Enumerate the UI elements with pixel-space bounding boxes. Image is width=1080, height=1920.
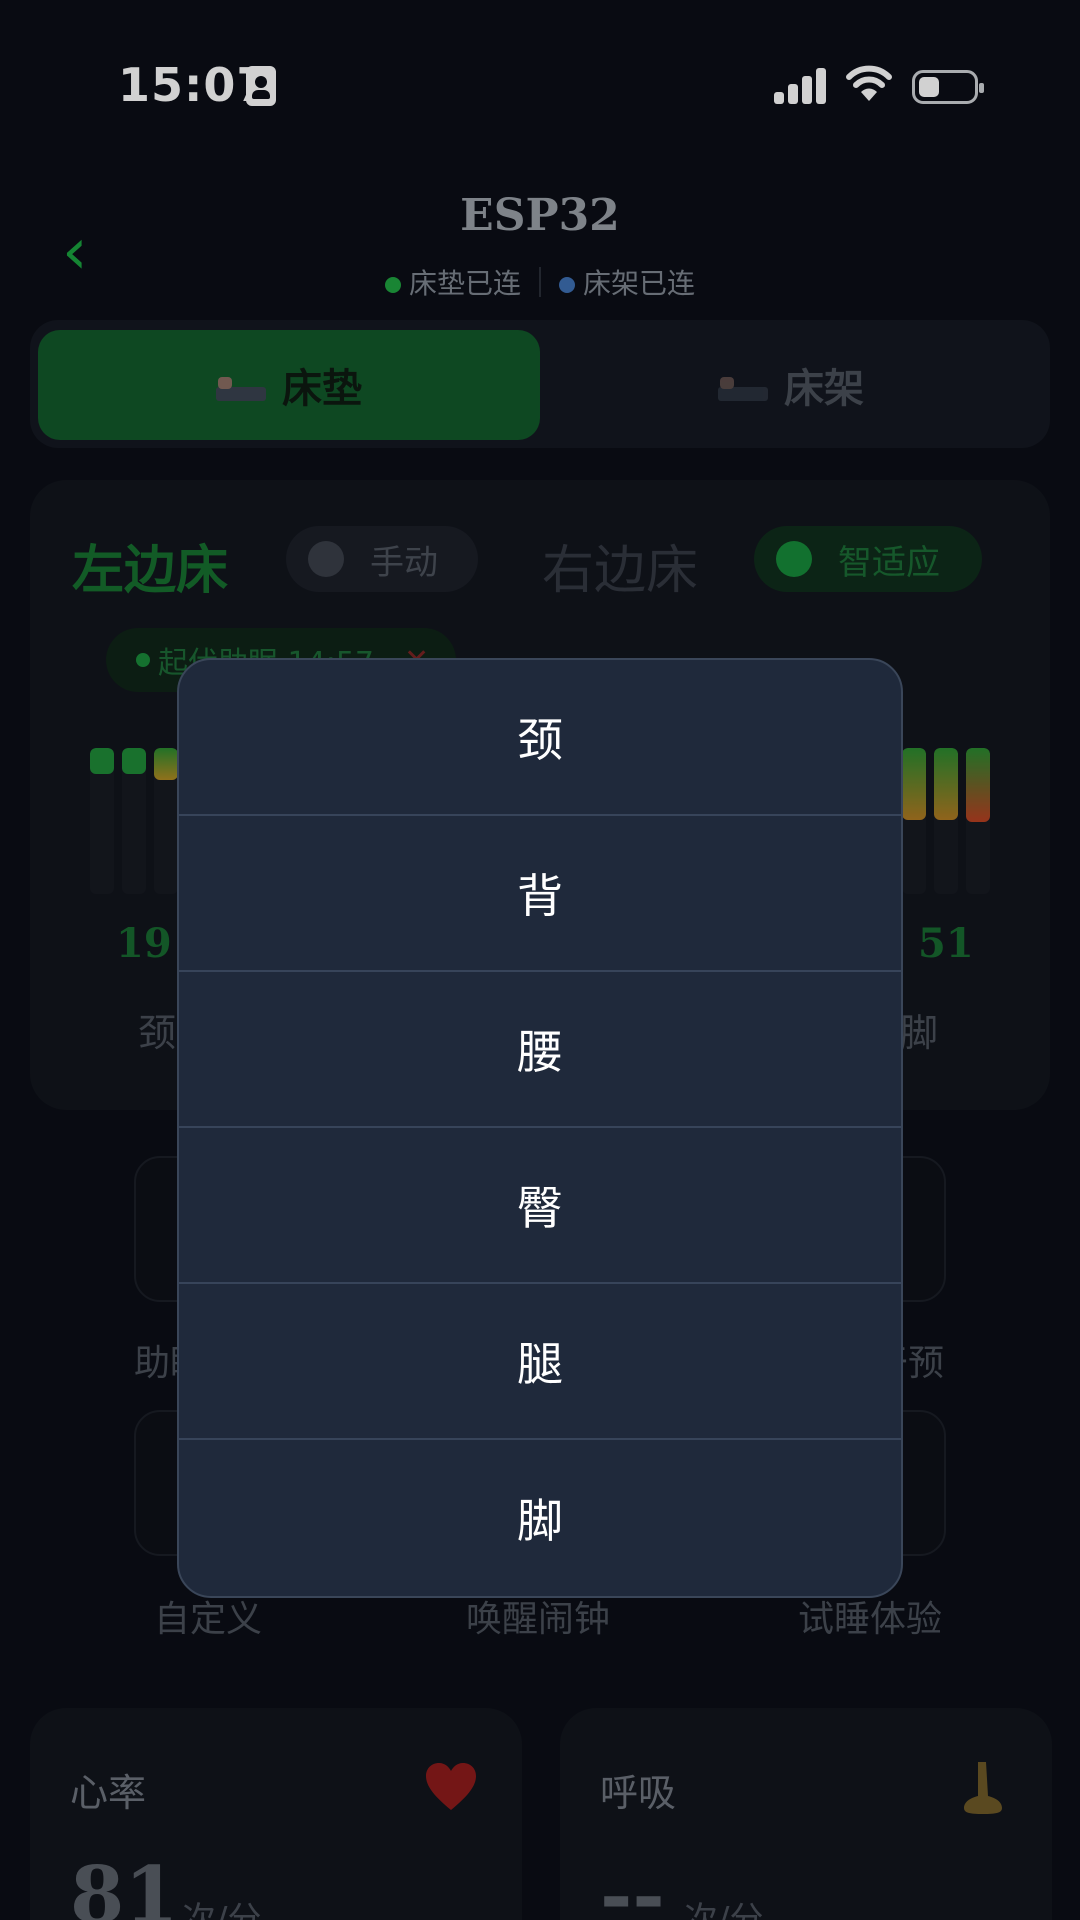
- picker-option-hip[interactable]: 臀: [179, 1128, 901, 1284]
- picker-option-leg[interactable]: 腿: [179, 1284, 901, 1440]
- picker-option-waist[interactable]: 腰: [179, 972, 901, 1128]
- picker-option-back[interactable]: 背: [179, 816, 901, 972]
- picker-option-neck[interactable]: 颈: [179, 660, 901, 816]
- zone-picker: 颈 背 腰 臀 腿 脚: [177, 658, 903, 1598]
- picker-option-feet[interactable]: 脚: [179, 1440, 901, 1596]
